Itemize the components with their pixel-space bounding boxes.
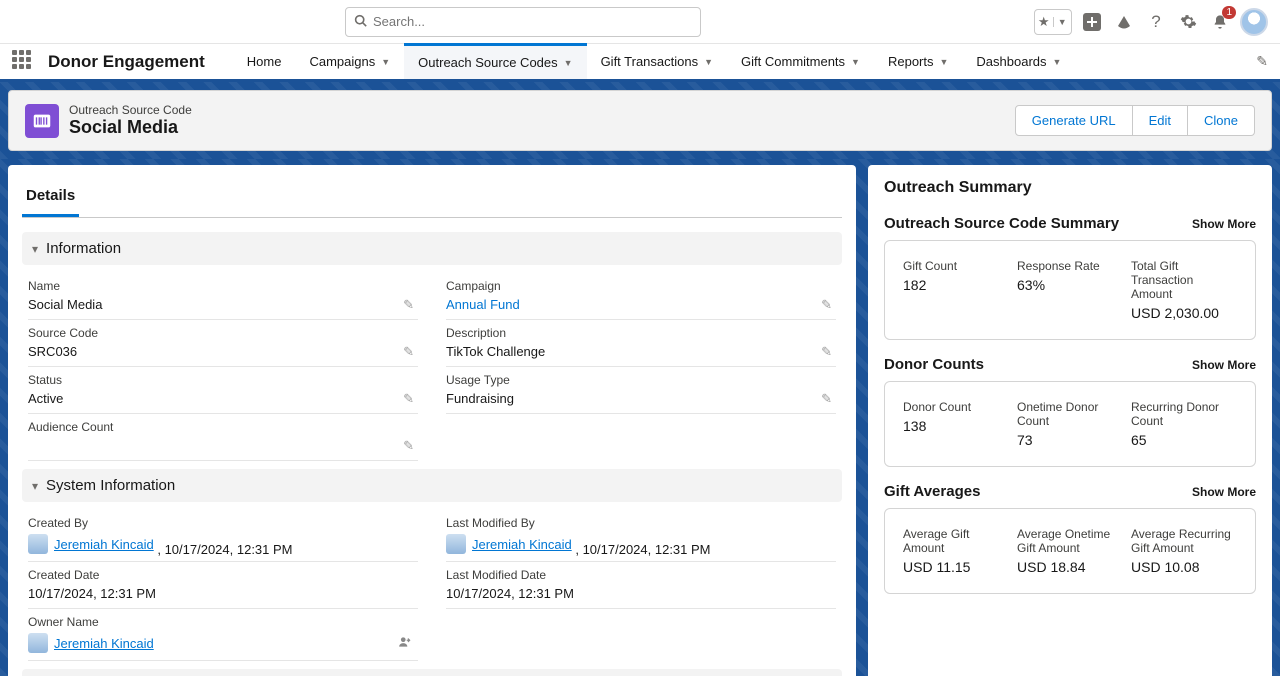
field-audience-count: Audience Count ✎ xyxy=(28,414,418,461)
user-avatar[interactable] xyxy=(1240,8,1268,36)
chevron-down-icon[interactable]: ▼ xyxy=(1053,57,1062,67)
summary-title: Outreach Summary xyxy=(884,179,1256,197)
outreach-source-code-icon xyxy=(25,104,59,138)
field-created-date: Created Date 10/17/2024, 12:31 PM xyxy=(28,562,418,609)
global-header: ★▼ ? 1 xyxy=(0,0,1280,44)
search-input[interactable] xyxy=(373,14,692,29)
donor-counts-title: Donor Counts xyxy=(884,356,984,373)
tab-details[interactable]: Details xyxy=(22,181,79,217)
show-more-link[interactable]: Show More xyxy=(1192,358,1256,372)
favorites-button[interactable]: ★▼ xyxy=(1034,9,1072,35)
summary-panel: Outreach Summary Outreach Source Code Su… xyxy=(868,165,1272,676)
field-campaign: Campaign Annual Fund ✎ xyxy=(446,273,836,320)
setup-gear-icon[interactable] xyxy=(1176,10,1200,34)
show-more-link[interactable]: Show More xyxy=(1192,217,1256,231)
salesforce-help-icon[interactable] xyxy=(1112,10,1136,34)
donor-counts-box: Donor Count138 Onetime Donor Count73 Rec… xyxy=(884,381,1256,467)
code-summary-box: Gift Count182 Response Rate63% Total Gif… xyxy=(884,240,1256,340)
nav-home[interactable]: Home xyxy=(233,44,296,79)
chevron-down-icon[interactable]: ▼ xyxy=(564,58,573,68)
created-by-link[interactable]: Jeremiah Kincaid xyxy=(54,537,154,552)
field-owner: Owner Name Jeremiah Kincaid xyxy=(28,609,418,661)
chevron-down-icon: ▾ xyxy=(32,479,38,493)
nav-gift-commitments[interactable]: Gift Commitments▼ xyxy=(727,44,874,79)
chevron-down-icon: ▾ xyxy=(32,242,38,256)
chevron-down-icon[interactable]: ▼ xyxy=(704,57,713,67)
show-more-link[interactable]: Show More xyxy=(1192,485,1256,499)
app-name: Donor Engagement xyxy=(48,52,205,72)
star-icon: ★ xyxy=(1035,14,1053,30)
field-name: Name Social Media ✎ xyxy=(28,273,418,320)
clone-button[interactable]: Clone xyxy=(1188,105,1255,136)
edit-pencil-icon[interactable]: ✎ xyxy=(821,297,832,313)
object-label: Outreach Source Code xyxy=(69,103,192,117)
app-launcher-icon[interactable] xyxy=(12,50,36,74)
chevron-down-icon: ▼ xyxy=(1053,17,1072,27)
field-last-modified-date: Last Modified Date 10/17/2024, 12:31 PM xyxy=(446,562,836,609)
section-information[interactable]: ▾ Information xyxy=(22,232,842,265)
user-avatar-icon xyxy=(28,534,48,554)
section-system-information[interactable]: ▾ System Information xyxy=(22,469,842,502)
modified-by-link[interactable]: Jeremiah Kincaid xyxy=(472,537,572,552)
section-url[interactable]: ▾ Outreach Source Code URL xyxy=(22,669,842,676)
nav-dashboards[interactable]: Dashboards▼ xyxy=(962,44,1075,79)
help-icon[interactable]: ? xyxy=(1144,10,1168,34)
gift-averages-box: Average Gift AmountUSD 11.15 Average One… xyxy=(884,508,1256,594)
edit-pencil-icon[interactable]: ✎ xyxy=(403,297,414,313)
field-created-by: Created By Jeremiah Kincaid , 10/17/2024… xyxy=(28,510,418,562)
field-last-modified-by: Last Modified By Jeremiah Kincaid , 10/1… xyxy=(446,510,836,562)
edit-pencil-icon[interactable]: ✎ xyxy=(821,344,832,360)
notification-badge: 1 xyxy=(1222,6,1236,19)
field-source-code: Source Code SRC036 ✎ xyxy=(28,320,418,367)
nav-reports[interactable]: Reports▼ xyxy=(874,44,962,79)
edit-pencil-icon[interactable]: ✎ xyxy=(821,391,832,407)
campaign-link[interactable]: Annual Fund xyxy=(446,297,836,315)
record-header: Outreach Source Code Social Media Genera… xyxy=(8,90,1272,151)
nav-outreach-source-codes[interactable]: Outreach Source Codes▼ xyxy=(404,43,586,79)
edit-pencil-icon[interactable]: ✎ xyxy=(403,344,414,360)
notifications-icon[interactable]: 1 xyxy=(1208,10,1232,34)
record-title: Social Media xyxy=(69,117,192,138)
code-summary-title: Outreach Source Code Summary xyxy=(884,215,1119,232)
edit-pencil-icon[interactable]: ✎ xyxy=(403,391,414,407)
edit-nav-pencil-icon[interactable]: ✎ xyxy=(1256,53,1268,70)
chevron-down-icon[interactable]: ▼ xyxy=(940,57,949,67)
user-avatar-icon xyxy=(446,534,466,554)
add-icon[interactable] xyxy=(1080,10,1104,34)
field-description: Description TikTok Challenge ✎ xyxy=(446,320,836,367)
search-icon xyxy=(354,14,367,30)
chevron-down-icon[interactable]: ▼ xyxy=(851,57,860,67)
details-panel: Details ▾ Information Name Social Media … xyxy=(8,165,856,676)
field-status: Status Active ✎ xyxy=(28,367,418,414)
nav-campaigns[interactable]: Campaigns▼ xyxy=(295,44,404,79)
nav-gift-transactions[interactable]: Gift Transactions▼ xyxy=(587,44,727,79)
edit-button[interactable]: Edit xyxy=(1133,105,1188,136)
generate-url-button[interactable]: Generate URL xyxy=(1015,105,1133,136)
app-nav: Donor Engagement Home Campaigns▼ Outreac… xyxy=(0,44,1280,82)
field-usage-type: Usage Type Fundraising ✎ xyxy=(446,367,836,414)
chevron-down-icon[interactable]: ▼ xyxy=(381,57,390,67)
owner-link[interactable]: Jeremiah Kincaid xyxy=(54,636,154,651)
change-owner-icon[interactable] xyxy=(398,635,412,652)
edit-pencil-icon[interactable]: ✎ xyxy=(403,438,414,454)
user-avatar-icon xyxy=(28,633,48,653)
global-search[interactable] xyxy=(345,7,701,37)
header-actions: ★▼ ? 1 xyxy=(1034,8,1268,36)
gift-averages-title: Gift Averages xyxy=(884,483,980,500)
